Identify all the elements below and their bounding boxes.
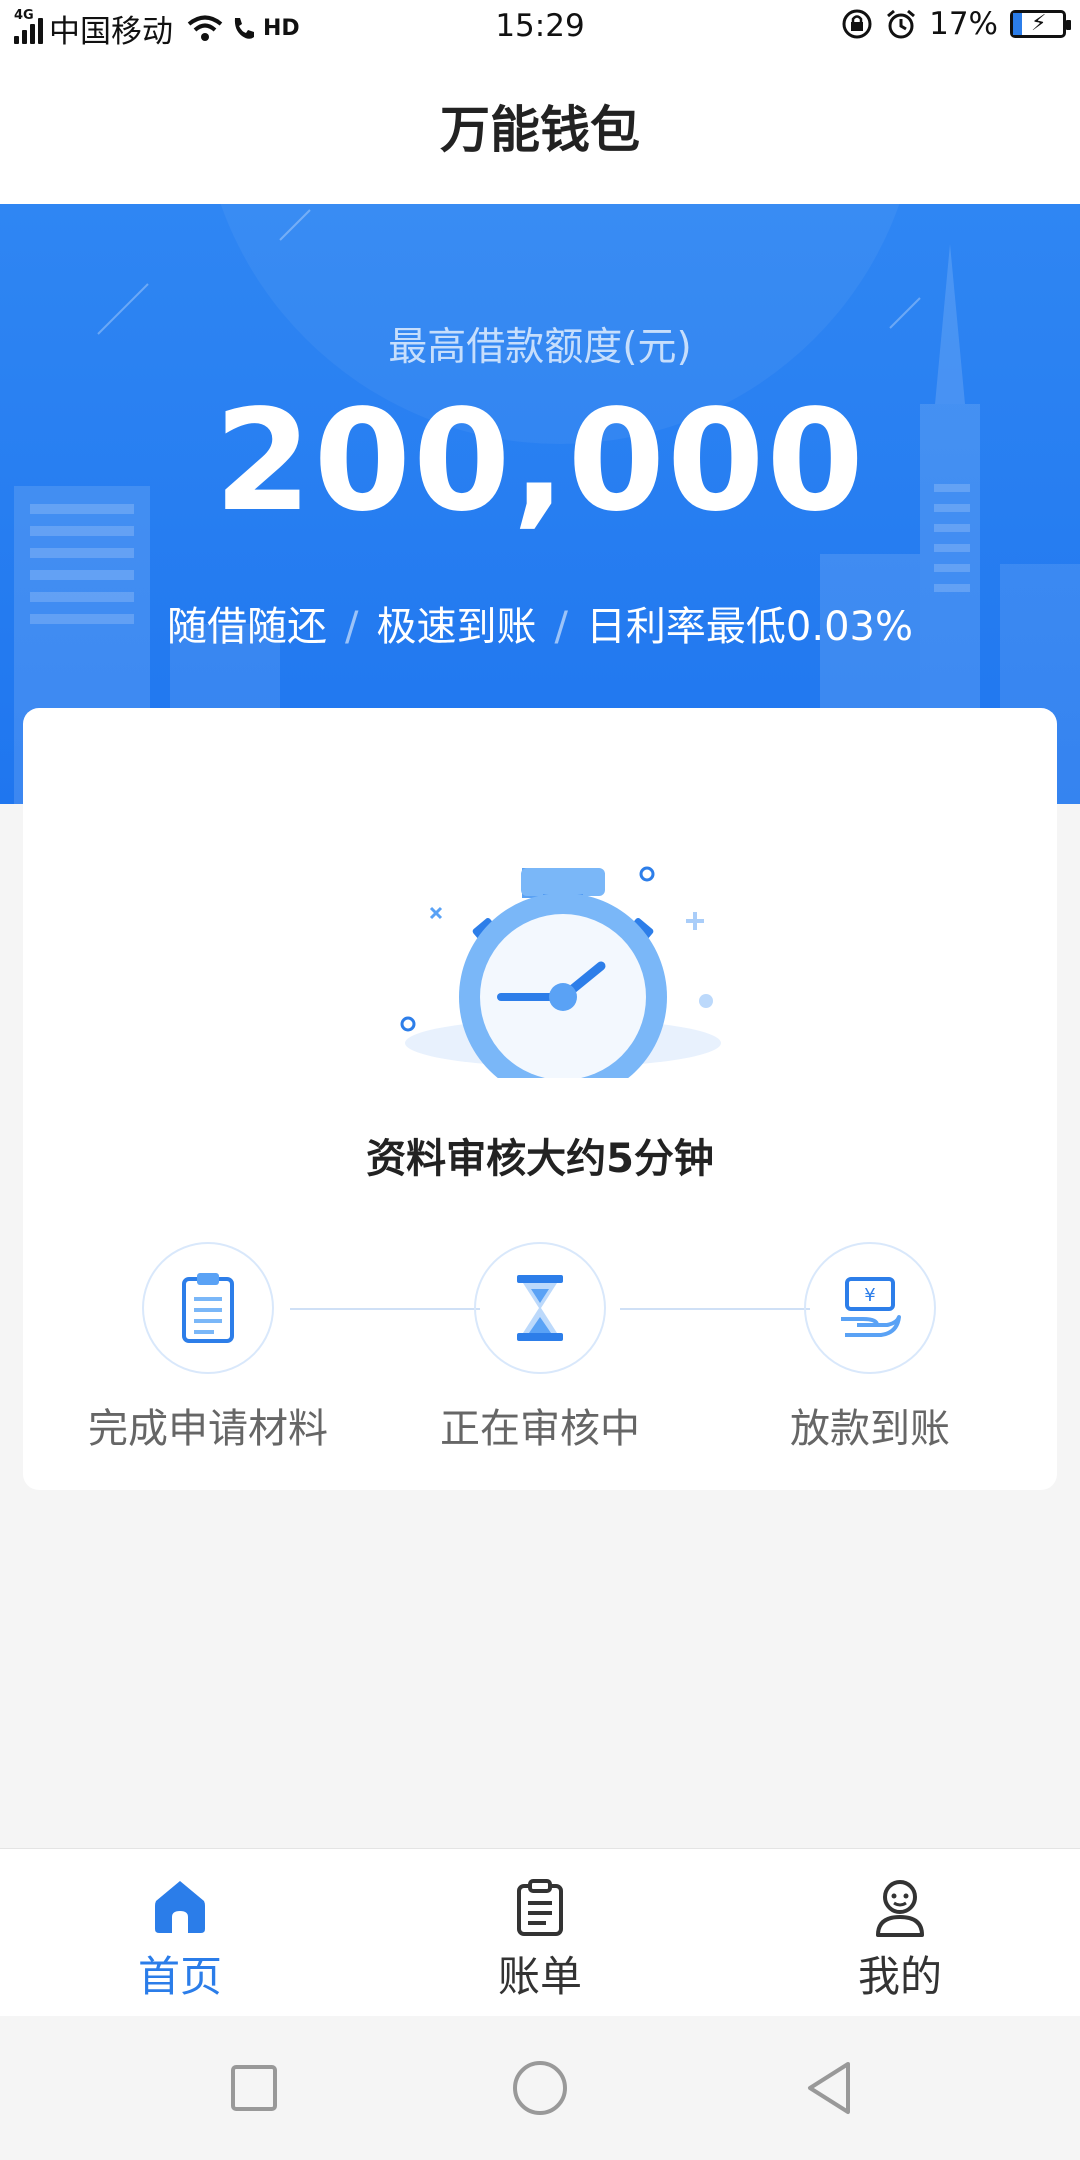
step-circle: ¥ (804, 1242, 936, 1374)
step-circle (474, 1242, 606, 1374)
money-hand-icon: ¥ (841, 1277, 901, 1337)
feature-flexible: 随借随还 (166, 604, 327, 650)
step-label: 完成申请材料 (88, 1406, 328, 1452)
title-bar: 万能钱包 (0, 56, 1080, 204)
feature-separator: / (344, 604, 359, 650)
step-circle (142, 1242, 274, 1374)
feature-rate: 日利率最低0.03% (585, 604, 914, 650)
tab-profile[interactable]: 我的 (720, 1849, 1080, 2016)
step-disbursement: ¥ 放款到账 (740, 1242, 1000, 1454)
step-label: 放款到账 (790, 1406, 950, 1452)
max-loan-label: 最高借款额度(元) (388, 325, 692, 370)
svg-text:¥: ¥ (864, 1285, 875, 1306)
status-right: 17% ⚡ (841, 6, 1071, 42)
home-icon (155, 1881, 205, 1933)
profile-icon (876, 1880, 924, 1937)
max-loan-amount: 200,000 (214, 380, 866, 543)
tab-label: 首页 (137, 1952, 222, 2001)
tab-home[interactable]: 首页 (0, 1849, 360, 2016)
status-bar: 4G 中国移动 HD 15:29 17% ⚡ (0, 0, 1080, 56)
stopwatch-icon (400, 866, 721, 1078)
battery-percent: 17% (929, 6, 998, 42)
review-card: 资料审核大约5分钟 完成申请材料 正在审核中 ¥ 放款到账 (23, 708, 1057, 1490)
bottom-tab-bar: 首页 账单 我的 (0, 1848, 1080, 2016)
battery-fill (1013, 13, 1022, 35)
battery-icon: ⚡ (1010, 10, 1071, 38)
page-title: 万能钱包 (440, 101, 640, 159)
review-headline: 资料审核大约5分钟 (366, 1136, 714, 1182)
clipboard-icon (182, 1273, 234, 1343)
step-complete-application: 完成申请材料 (78, 1242, 338, 1454)
feature-fast: 极速到账 (376, 604, 537, 650)
recent-apps-icon[interactable] (224, 2058, 284, 2118)
bill-icon (517, 1879, 563, 1936)
hourglass-icon (517, 1275, 563, 1341)
rotation-lock-icon (842, 9, 872, 39)
step-label: 正在审核中 (440, 1406, 640, 1452)
alarm-icon (887, 9, 916, 39)
feature-separator: / (554, 604, 568, 650)
home-button-icon[interactable] (510, 2058, 570, 2118)
back-icon[interactable] (800, 2058, 860, 2118)
feature-list: 随借随还 / 极速到账 / 日利率最低0.03% (0, 594, 1080, 652)
step-reviewing: 正在审核中 (410, 1242, 670, 1454)
tab-label: 账单 (497, 1952, 582, 2001)
tab-bill[interactable]: 账单 (360, 1849, 720, 2016)
system-navigation-bar (0, 2016, 1080, 2160)
charging-icon: ⚡ (1031, 11, 1047, 36)
tab-label: 我的 (857, 1952, 942, 2001)
